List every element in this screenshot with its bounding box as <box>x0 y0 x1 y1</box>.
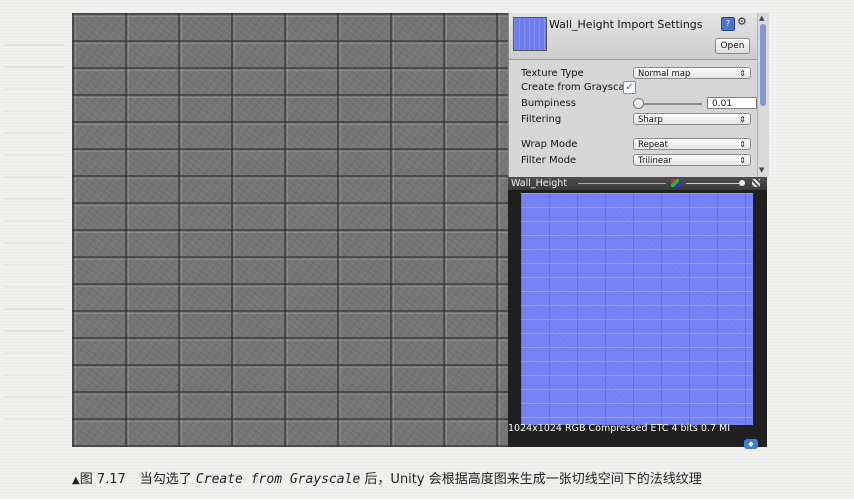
rgb-channels-icon[interactable] <box>671 179 679 187</box>
filtering-value: Sharp <box>638 115 663 125</box>
back-page-bleed-left <box>4 40 64 420</box>
inspector-header: Wall_Height Import Settings ? ⚙ Open <box>509 13 757 60</box>
wrap-mode-value: Repeat <box>638 140 668 150</box>
grayscale-height-texture-view <box>72 13 508 447</box>
filtering-row: Filtering Sharp ⇕ <box>521 113 757 127</box>
texture-type-dropdown[interactable]: Normal map ⇕ <box>633 67 751 79</box>
caption-text-before: 当勾选了 <box>139 472 196 487</box>
mip-level-knob[interactable] <box>739 180 745 186</box>
texture-preview: 1024x1024 RGB Compressed ETC 4 bits 0.7 … <box>508 190 767 449</box>
bumpiness-value-field[interactable]: 0.01 <box>707 97 757 109</box>
filter-mode-label: Filter Mode <box>521 155 577 166</box>
wrap-mode-dropdown[interactable]: Repeat ⇕ <box>633 138 751 150</box>
texture-type-value: Normal map <box>638 69 691 79</box>
texture-info-text: 1024x1024 RGB Compressed ETC 4 bits 0.7 … <box>508 423 731 434</box>
alpha-icon[interactable] <box>752 179 760 187</box>
caption-text-after: 后，Unity 会根据高度图来生成一张切线空间下的法线纹理 <box>360 472 702 487</box>
chevron-updown-icon: ⇕ <box>739 115 746 124</box>
chevron-updown-icon: ⇕ <box>739 140 746 149</box>
wrap-mode-row: Wrap Mode Repeat ⇕ <box>521 138 757 152</box>
scrollbar-thumb[interactable] <box>760 24 766 106</box>
filtering-dropdown[interactable]: Sharp ⇕ <box>633 113 751 125</box>
help-icon[interactable]: ? <box>721 17 735 31</box>
preview-title: Wall_Height <box>511 178 568 189</box>
filter-mode-value: Trilinear <box>638 156 672 166</box>
caption-marker: ▲ <box>72 475 80 486</box>
create-from-grayscale-row: Create from Grayscale ✓ <box>521 81 757 95</box>
normal-map-preview-image <box>521 193 753 425</box>
bumpiness-label: Bumpiness <box>521 98 576 109</box>
tag-icon[interactable]: ◆ <box>744 439 758 449</box>
filtering-label: Filtering <box>521 114 562 125</box>
inspector-title: Wall_Height Import Settings <box>549 18 703 31</box>
scroll-up-icon[interactable]: ▲ <box>759 14 764 22</box>
texture-type-row: Texture Type Normal map ⇕ <box>521 67 757 81</box>
wrap-mode-label: Wrap Mode <box>521 139 578 150</box>
filter-mode-dropdown[interactable]: Trilinear ⇕ <box>633 154 751 166</box>
chevron-updown-icon: ⇕ <box>739 69 746 78</box>
chevron-updown-icon: ⇕ <box>739 156 746 165</box>
bumpiness-slider-knob[interactable] <box>633 98 644 109</box>
figure-number: 图 7.17 <box>79 472 126 487</box>
mip-level-slider[interactable] <box>686 183 742 184</box>
create-from-grayscale-label: Create from Grayscale <box>521 82 634 93</box>
inspector-scrollbar[interactable]: ▲ ▼ <box>757 13 769 177</box>
gear-icon[interactable]: ⚙ <box>737 15 747 28</box>
texture-type-label: Texture Type <box>521 68 584 79</box>
scroll-down-icon[interactable]: ▼ <box>759 166 764 174</box>
bumpiness-row: Bumpiness 0.01 <box>521 97 757 111</box>
unity-screenshot: Wall_Height Import Settings ? ⚙ Open Tex… <box>72 13 769 449</box>
preview-drag-handle[interactable] <box>578 183 666 184</box>
bumpiness-slider-track[interactable] <box>638 103 702 105</box>
caption-italic-term: Create from Grayscale <box>195 472 361 487</box>
figure-caption: ▲图 7.17 当勾选了 Create from Grayscale 后，Unit… <box>72 468 702 487</box>
import-settings-inspector: Wall_Height Import Settings ? ⚙ Open Tex… <box>508 13 769 177</box>
create-from-grayscale-checkbox[interactable]: ✓ <box>623 81 636 94</box>
open-button[interactable]: Open <box>715 38 750 54</box>
texture-thumbnail <box>513 17 547 51</box>
preview-header: Wall_Height <box>508 177 767 190</box>
filter-mode-row: Filter Mode Trilinear ⇕ <box>521 154 757 168</box>
